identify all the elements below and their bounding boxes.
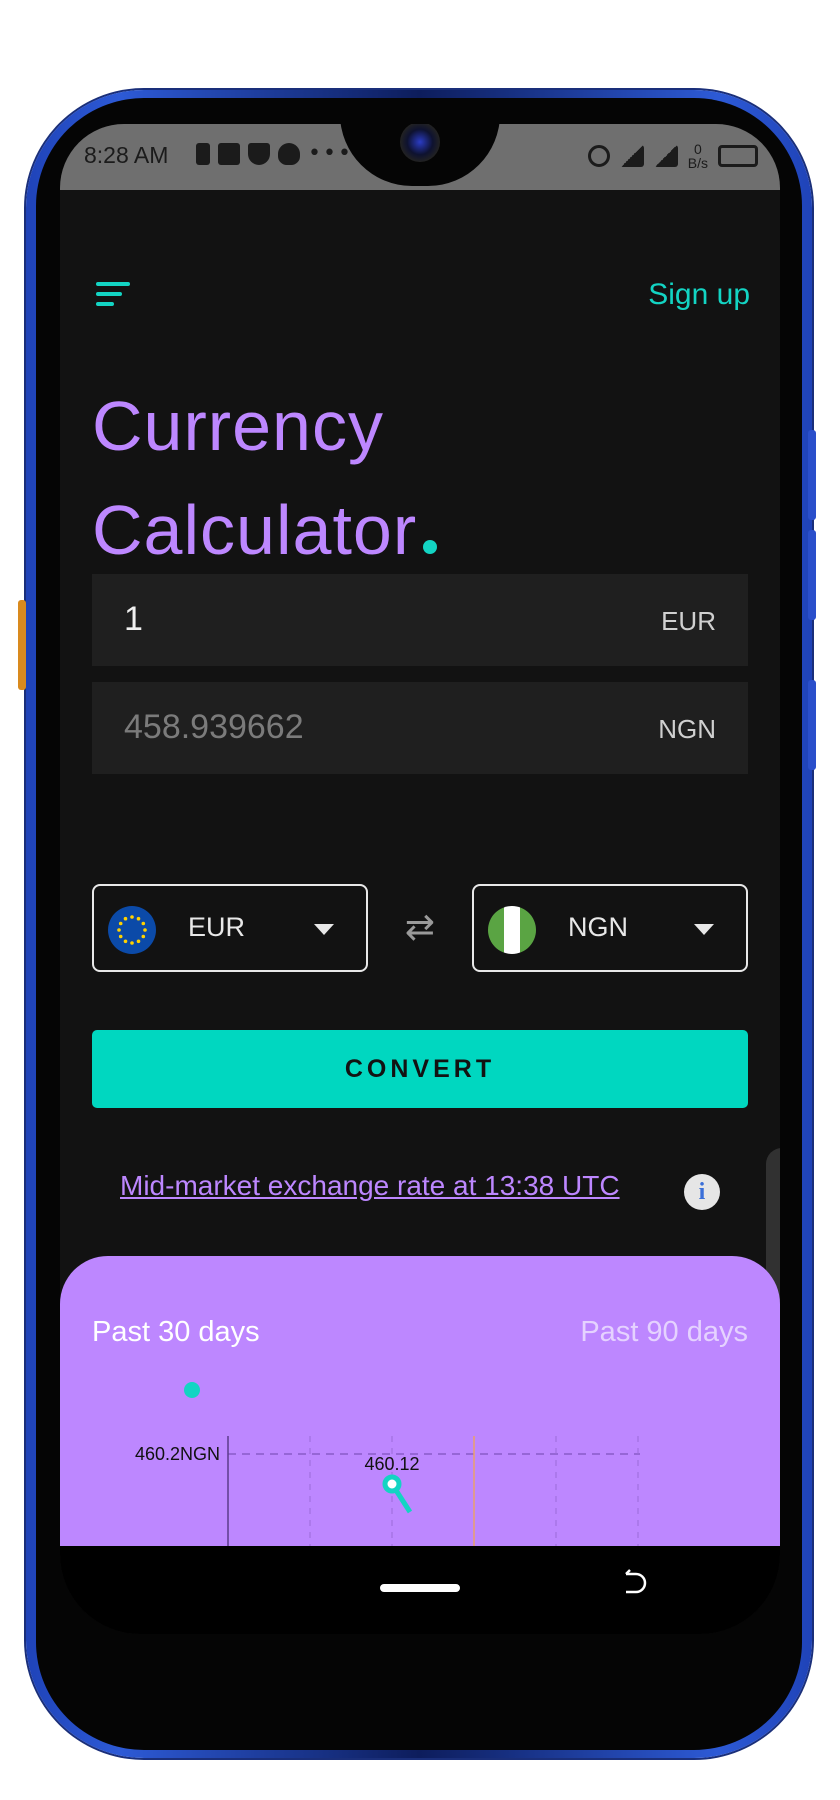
rate-info-link[interactable]: Mid-market exchange rate at 13:38 UTC <box>120 1170 620 1202</box>
twitter-icon <box>278 143 300 165</box>
network-speed: 0 B/s <box>688 142 708 170</box>
battery-icon <box>718 145 758 167</box>
result-field[interactable]: 458.939662 NGN <box>92 682 748 774</box>
system-nav-bar <box>60 1546 780 1634</box>
chevron-down-icon <box>314 924 334 935</box>
app-screen: 8:28 AM ••• 0 B/s Sign up Currency Calcu… <box>60 124 780 1634</box>
from-currency-select[interactable]: EUR <box>92 884 368 972</box>
tab-past-90-days[interactable]: Past 90 days <box>580 1316 748 1349</box>
battery-saver-icon <box>196 143 210 165</box>
side-button-right-1 <box>808 430 816 520</box>
status-bar: 8:28 AM ••• 0 B/s <box>60 124 780 190</box>
to-currency-code: NGN <box>568 912 628 942</box>
to-currency-select[interactable]: NGN <box>472 884 748 972</box>
more-notifications-icon: ••• <box>308 141 353 166</box>
signal-4g-icon <box>653 145 678 167</box>
info-icon[interactable]: i <box>684 1174 720 1210</box>
title-line-2-text: Calculator <box>92 491 418 569</box>
title-line-2: Calculator <box>92 478 438 582</box>
result-value: 458.939662 <box>124 708 304 746</box>
home-gesture-pill[interactable] <box>380 1584 460 1592</box>
system-icons: 0 B/s <box>587 142 758 170</box>
side-button-left <box>18 600 26 690</box>
eu-flag-icon <box>108 906 156 954</box>
tab-past-30-days[interactable]: Past 30 days <box>92 1316 260 1349</box>
chart-panel: Past 30 days Past 90 days 460.2NGN 460.1… <box>60 1256 780 1546</box>
camera-notch <box>340 124 500 186</box>
result-unit: NGN <box>658 714 716 744</box>
page-title: Currency Calculator <box>92 374 438 582</box>
from-currency-code: EUR <box>188 912 246 942</box>
chevron-down-icon <box>694 924 714 935</box>
menu-icon[interactable] <box>96 282 136 312</box>
network-speed-unit: B/s <box>687 155 708 171</box>
side-button-right-3 <box>808 680 816 770</box>
facebook-icon <box>218 143 240 165</box>
amount-field[interactable]: 1 EUR <box>92 574 748 666</box>
eu-stars <box>117 915 147 945</box>
title-line-1: Currency <box>92 387 384 465</box>
rate-chart: 460.2NGN 460.12 <box>135 1436 640 1546</box>
side-button-right-2 <box>808 530 816 620</box>
chart-data-point[interactable] <box>382 1474 402 1494</box>
amount-unit: EUR <box>661 606 716 636</box>
back-icon[interactable] <box>620 1568 650 1598</box>
signup-link[interactable]: Sign up <box>648 278 750 312</box>
title-dot <box>423 540 438 554</box>
notification-icons: ••• <box>196 143 353 165</box>
chart-point-label: 460.12 <box>364 1454 419 1474</box>
front-camera <box>400 124 440 162</box>
nigeria-flag-icon <box>488 906 536 954</box>
legend-dot <box>184 1382 200 1398</box>
chart-y-tick-label: 460.2NGN <box>135 1444 220 1464</box>
status-time: 8:28 AM <box>84 142 169 168</box>
signal-icon <box>619 145 644 167</box>
hotspot-icon <box>587 145 610 167</box>
shield-icon <box>248 143 270 165</box>
swap-icon[interactable]: ⇄ <box>400 908 440 948</box>
amount-value[interactable]: 1 <box>124 600 143 639</box>
convert-button[interactable]: CONVERT <box>92 1030 748 1108</box>
